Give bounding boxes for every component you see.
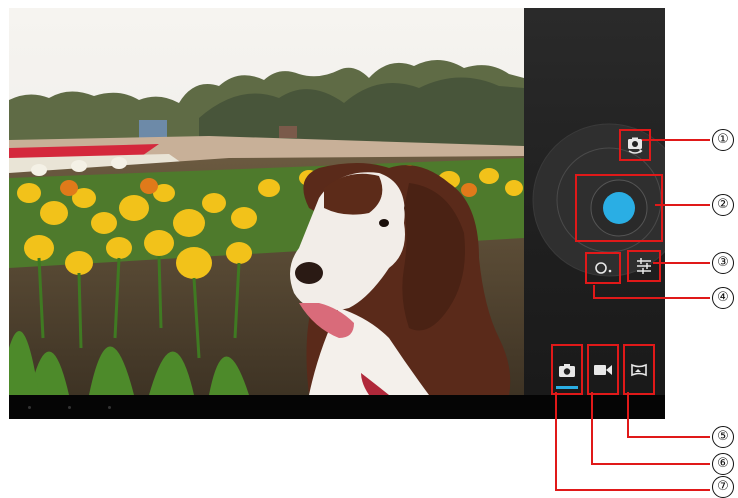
nav-home-dot[interactable] [68,406,71,409]
video-mode-button[interactable] [587,344,619,395]
camera-control-panel [524,8,665,395]
navigation-bar [9,395,665,419]
settings-sliders-icon [637,258,651,274]
mode-selector [524,338,665,395]
photo-mode-selected-indicator [556,386,578,389]
settings-button[interactable] [627,250,661,282]
shutter-ring [532,123,665,277]
more-options-button[interactable] [585,252,621,284]
switch-camera-button[interactable] [619,129,651,161]
panorama-icon [631,363,647,376]
callout-5: ⑤ [712,426,734,448]
panorama-mode-button[interactable] [623,344,655,395]
shutter-icon [590,179,648,237]
shutter-button[interactable] [575,174,663,242]
callout-7: ⑦ [712,476,734,498]
more-options-icon [595,262,612,274]
camera-icon [559,363,575,377]
callout-1: ① [712,129,734,151]
device-screen [9,8,665,419]
nav-back-dot[interactable] [28,406,31,409]
video-camera-icon [594,364,612,375]
photo-mode-button[interactable] [551,344,583,395]
callout-6: ⑥ [712,453,734,475]
viewfinder[interactable] [9,8,524,395]
callout-4: ④ [712,287,734,309]
nav-recents-dot[interactable] [108,406,111,409]
callout-2: ② [712,194,734,216]
switch-camera-icon [628,137,643,154]
callout-3: ③ [712,252,734,274]
